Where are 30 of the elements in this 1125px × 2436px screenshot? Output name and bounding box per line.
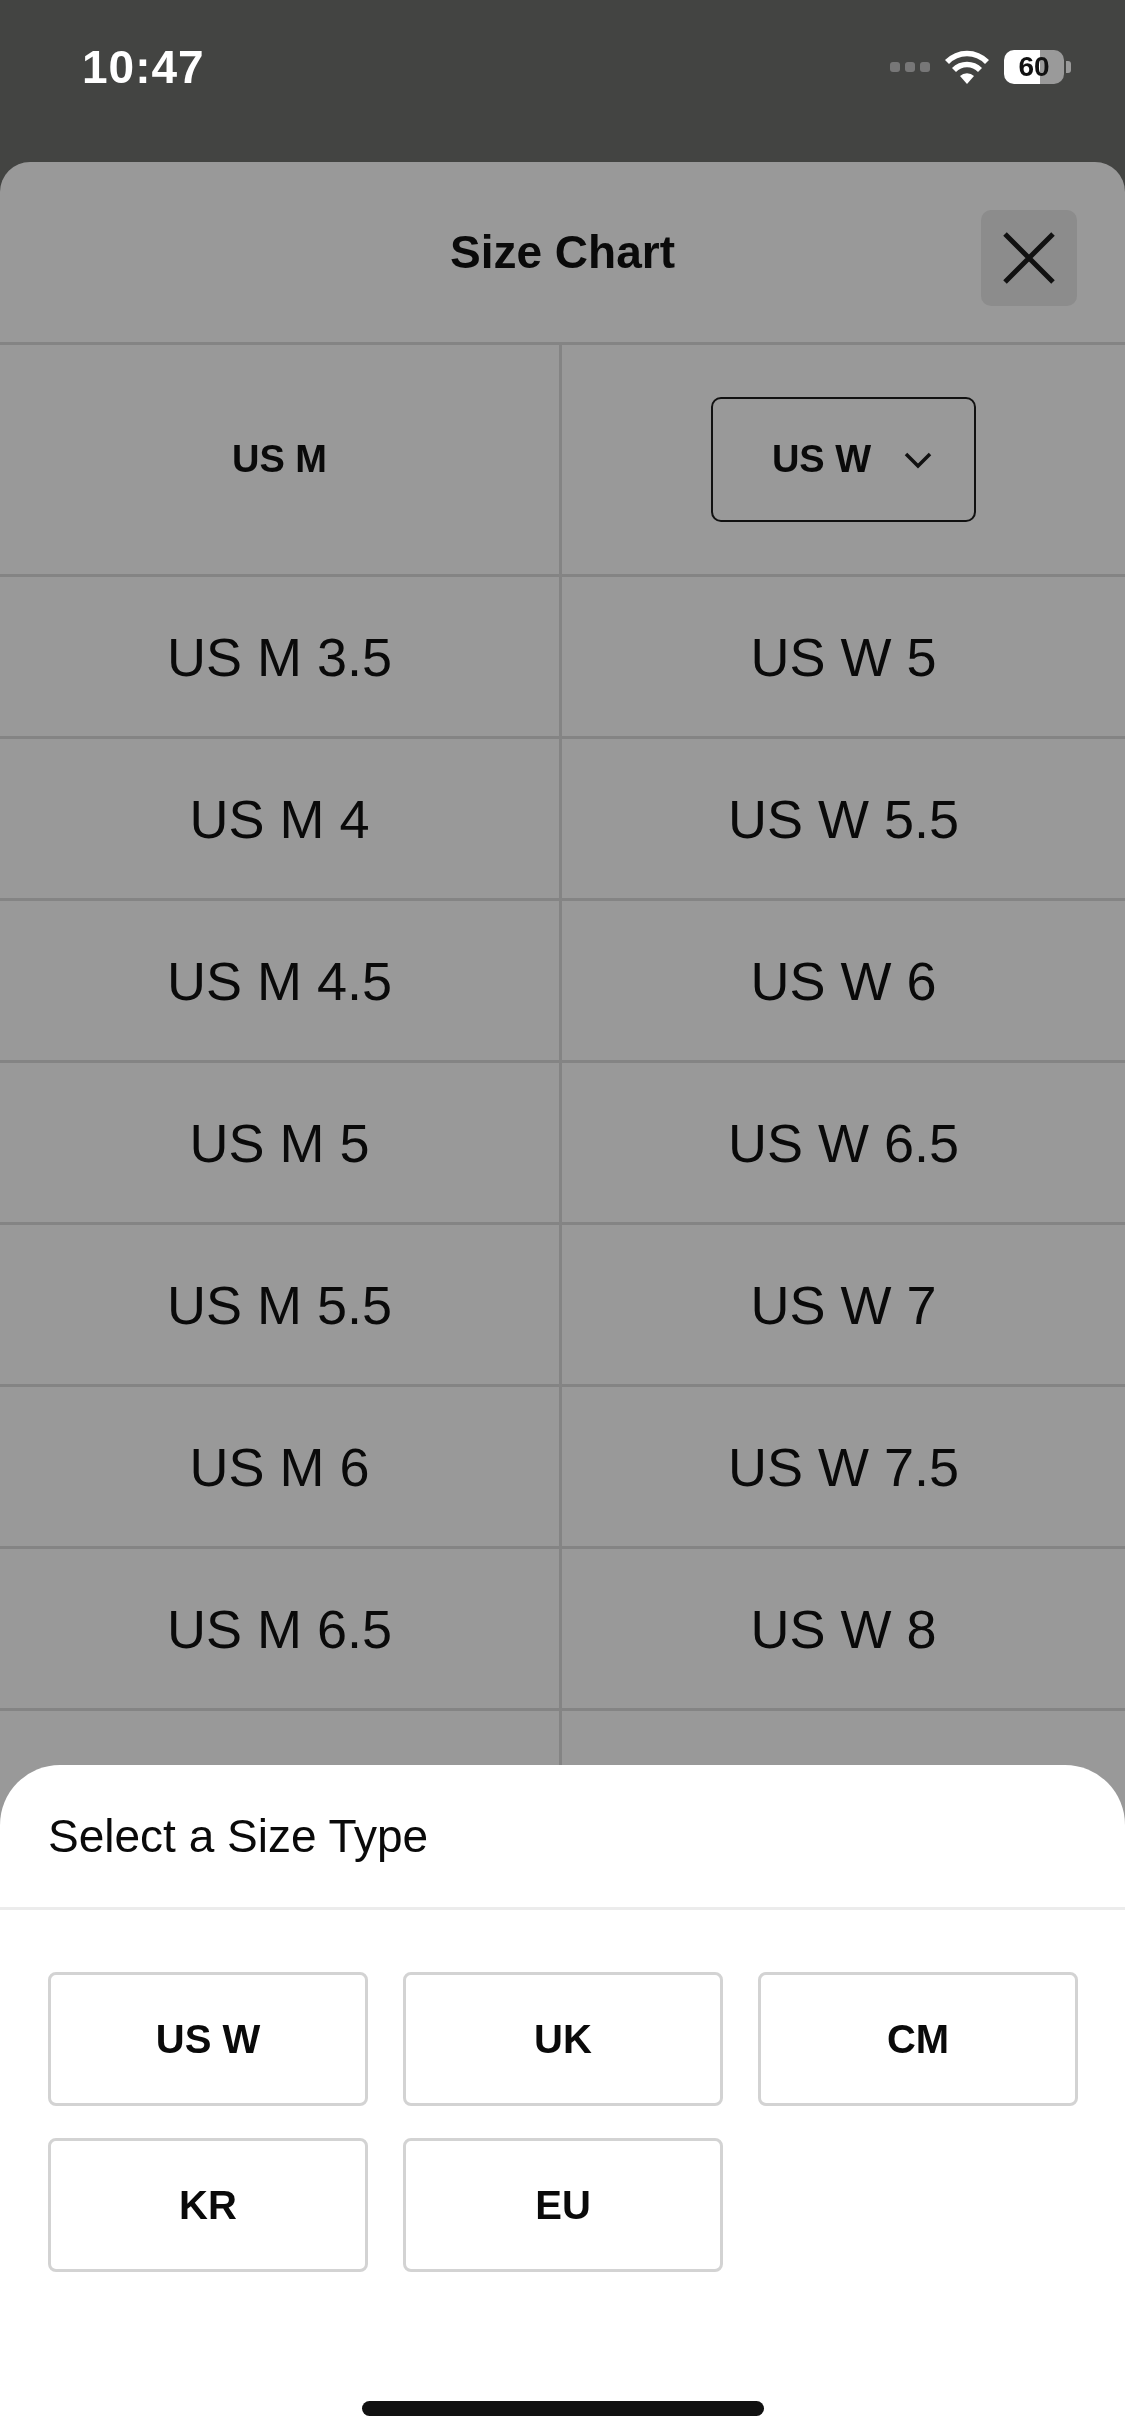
battery-indicator: 60 [1004, 50, 1071, 84]
wifi-icon [944, 50, 990, 84]
clock-time: 10:47 [82, 40, 205, 94]
size-cell: US M 6.5 [166, 1597, 393, 1660]
size-cell: US M 5.5 [166, 1273, 393, 1336]
size-type-option[interactable]: US W [48, 1972, 368, 2106]
signal-dots-icon [890, 61, 930, 73]
column-header: US M [232, 438, 327, 481]
size-cell: US M 4.5 [166, 949, 393, 1012]
size-cell: US W 5 [750, 625, 937, 688]
size-cell: US M 5 [189, 1111, 370, 1174]
chevron-down-icon [903, 450, 934, 469]
size-type-option[interactable]: UK [403, 1972, 723, 2106]
size-cell: US M 4 [189, 787, 370, 850]
size-cell: US W 6.5 [727, 1111, 960, 1174]
sheet-title: Select a Size Type [48, 1809, 429, 1863]
close-button[interactable] [981, 210, 1077, 306]
size-cell: US M 6 [189, 1435, 370, 1498]
size-cell: US W 5.5 [727, 787, 960, 850]
close-icon [1001, 230, 1057, 286]
size-type-option[interactable]: EU [403, 2138, 723, 2272]
size-cell: US W 7 [750, 1273, 937, 1336]
size-cell: US W 6 [750, 949, 937, 1012]
size-type-dropdown[interactable]: US W [711, 397, 976, 522]
size-type-option[interactable]: KR [48, 2138, 368, 2272]
size-cell: US W 8 [750, 1597, 937, 1660]
size-cell: US W 7.5 [727, 1435, 960, 1498]
size-type-option[interactable]: CM [758, 1972, 1078, 2106]
size-cell: US M 3.5 [166, 625, 393, 688]
modal-title: Size Chart [450, 225, 675, 279]
